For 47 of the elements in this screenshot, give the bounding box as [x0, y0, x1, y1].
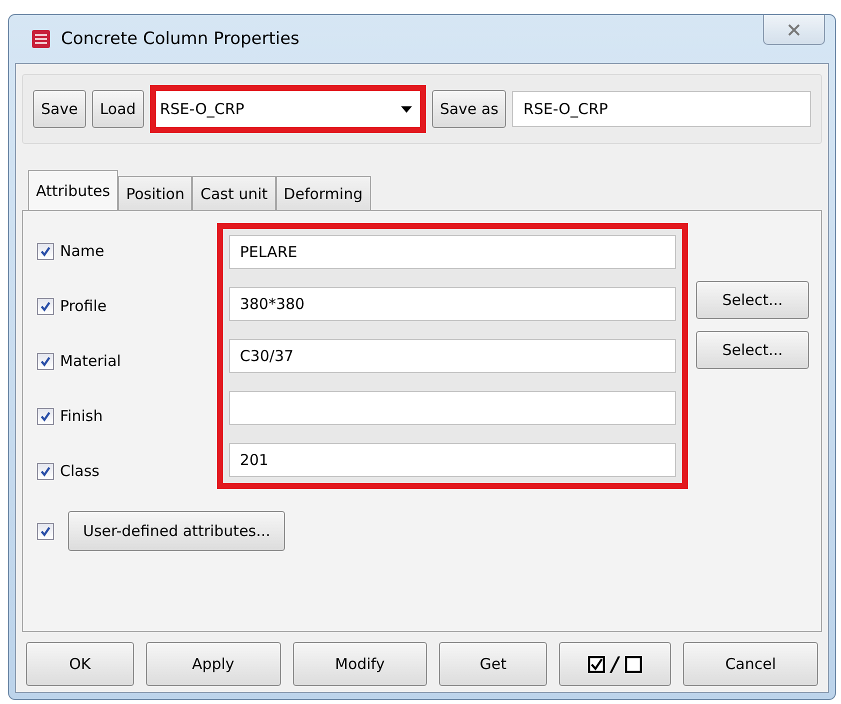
check-icon	[40, 526, 51, 536]
save-button[interactable]: Save	[33, 90, 86, 128]
checked-box-icon	[588, 656, 606, 672]
caret-icon	[400, 106, 412, 112]
input-field[interactable]: PELARE	[228, 235, 676, 269]
field-label: Material	[60, 352, 121, 370]
tab[interactable]: Attributes	[28, 170, 118, 210]
input-field[interactable]	[228, 391, 676, 425]
window-title: Concrete Column Properties	[61, 29, 300, 49]
check-toggle-button[interactable]: /	[559, 642, 672, 686]
checkbox[interactable]	[37, 522, 54, 540]
field-label: Name	[60, 242, 104, 260]
tab[interactable]: Position	[118, 176, 192, 210]
ok-button[interactable]: OK	[26, 642, 134, 686]
check-icon	[40, 466, 51, 476]
checkbox[interactable]	[37, 352, 54, 370]
get-button[interactable]: Get	[439, 642, 547, 686]
save-as-field[interactable]: RSE-O_CRP	[512, 91, 811, 127]
input-field[interactable]: C30/37	[228, 339, 676, 373]
field-label: Profile	[60, 297, 107, 315]
checkbox[interactable]	[37, 298, 54, 314]
close-icon	[787, 22, 801, 36]
user-defined-attributes-button[interactable]: User-defined attributes...	[68, 511, 286, 551]
preset-dropdown[interactable]: RSE-O_CRP	[156, 91, 420, 127]
checkbox[interactable]	[37, 462, 54, 480]
select-button[interactable]: Select...	[696, 331, 809, 369]
check-icon	[40, 356, 51, 366]
select-button[interactable]: Select...	[696, 281, 809, 319]
close-button[interactable]	[763, 15, 825, 45]
load-button[interactable]: Load	[92, 90, 144, 128]
field-label: Class	[60, 462, 100, 480]
check-icon	[40, 410, 51, 422]
modify-button[interactable]: Modify	[292, 642, 428, 686]
tab[interactable]: Deforming	[276, 176, 371, 210]
input-field[interactable]: 380*380	[228, 287, 676, 321]
cancel-button[interactable]: Cancel	[683, 642, 818, 686]
empty-box-icon	[624, 656, 642, 672]
check-icon	[40, 300, 51, 312]
tab[interactable]: Cast unit	[192, 176, 276, 210]
input-field[interactable]: 201	[228, 443, 676, 477]
app-icon	[31, 29, 51, 49]
save-as-button[interactable]: Save as	[432, 90, 506, 128]
checkbox[interactable]	[37, 408, 54, 424]
apply-button[interactable]: Apply	[146, 642, 280, 686]
check-icon	[40, 246, 51, 256]
checkbox[interactable]	[37, 242, 54, 260]
field-label: Finish	[60, 407, 103, 425]
